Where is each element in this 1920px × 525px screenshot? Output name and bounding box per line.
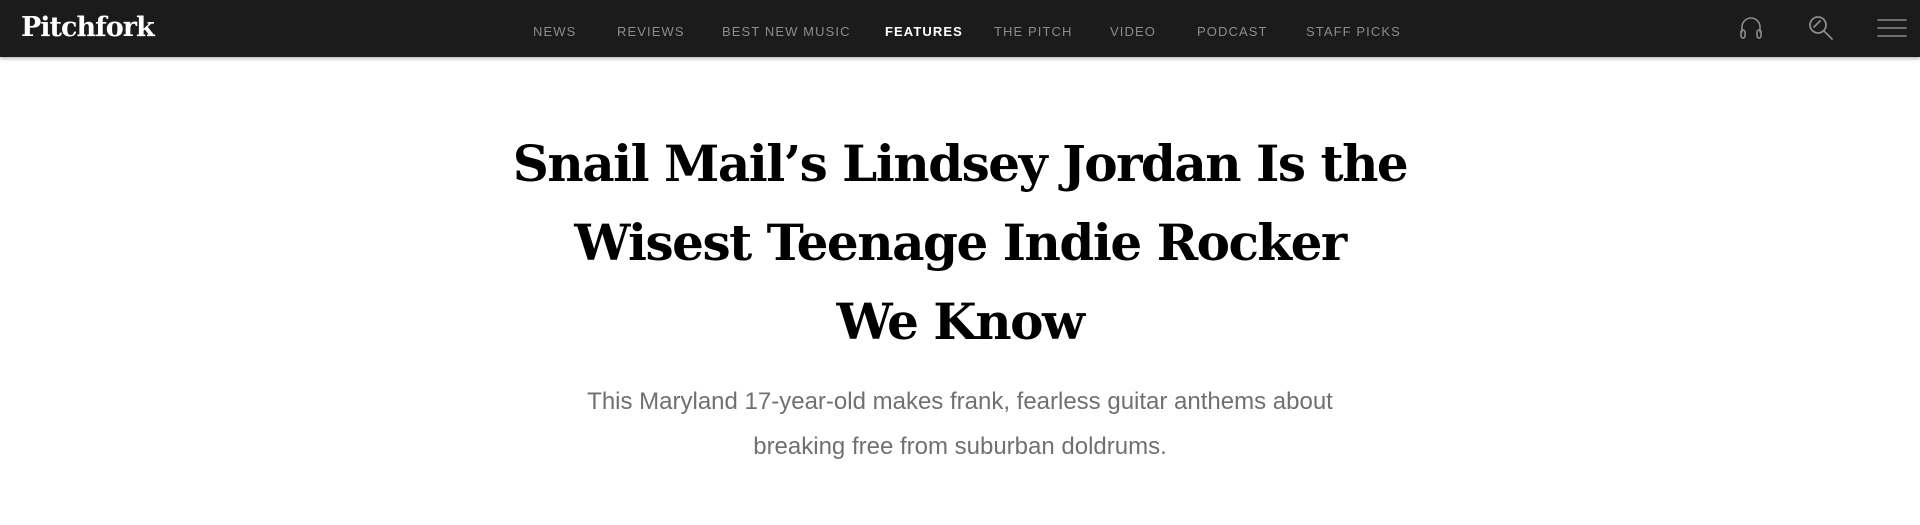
headline-line: Wisest Teenage Indie Rocker	[574, 213, 1347, 272]
main-nav: NEWS REVIEWS BEST NEW MUSIC FEATURES THE…	[0, 0, 1920, 57]
nav-item-features[interactable]: FEATURES	[885, 24, 963, 40]
nav-item-video[interactable]: VIDEO	[1110, 24, 1156, 40]
headline-line: Snail Mail’s Lindsey Jordan Is the	[512, 134, 1409, 193]
dek-line: breaking free from suburban doldrums.	[753, 433, 1167, 460]
nav-item-the-pitch[interactable]: THE PITCH	[994, 24, 1073, 40]
nav-item-podcast[interactable]: PODCAST	[1197, 24, 1268, 40]
headline-line: We Know	[836, 292, 1086, 351]
menu-icon[interactable]	[1876, 12, 1908, 44]
nav-item-best-new-music[interactable]: BEST NEW MUSIC	[722, 24, 851, 40]
top-navbar: Pitchfork NEWS REVIEWS BEST NEW MUSIC FE…	[0, 0, 1920, 57]
dek-line: This Maryland 17-year-old makes frank, f…	[587, 388, 1333, 415]
article-dek: This Maryland 17-year-old makes frank, f…	[540, 379, 1380, 469]
search-icon[interactable]	[1805, 12, 1837, 44]
nav-item-staff-picks[interactable]: STAFF PICKS	[1306, 24, 1401, 40]
nav-item-news[interactable]: NEWS	[533, 24, 576, 40]
article-headline: Snail Mail’s Lindsey Jordan Is the Wises…	[460, 124, 1460, 361]
nav-item-reviews[interactable]: REVIEWS	[617, 24, 685, 40]
headphones-icon[interactable]	[1735, 12, 1767, 44]
